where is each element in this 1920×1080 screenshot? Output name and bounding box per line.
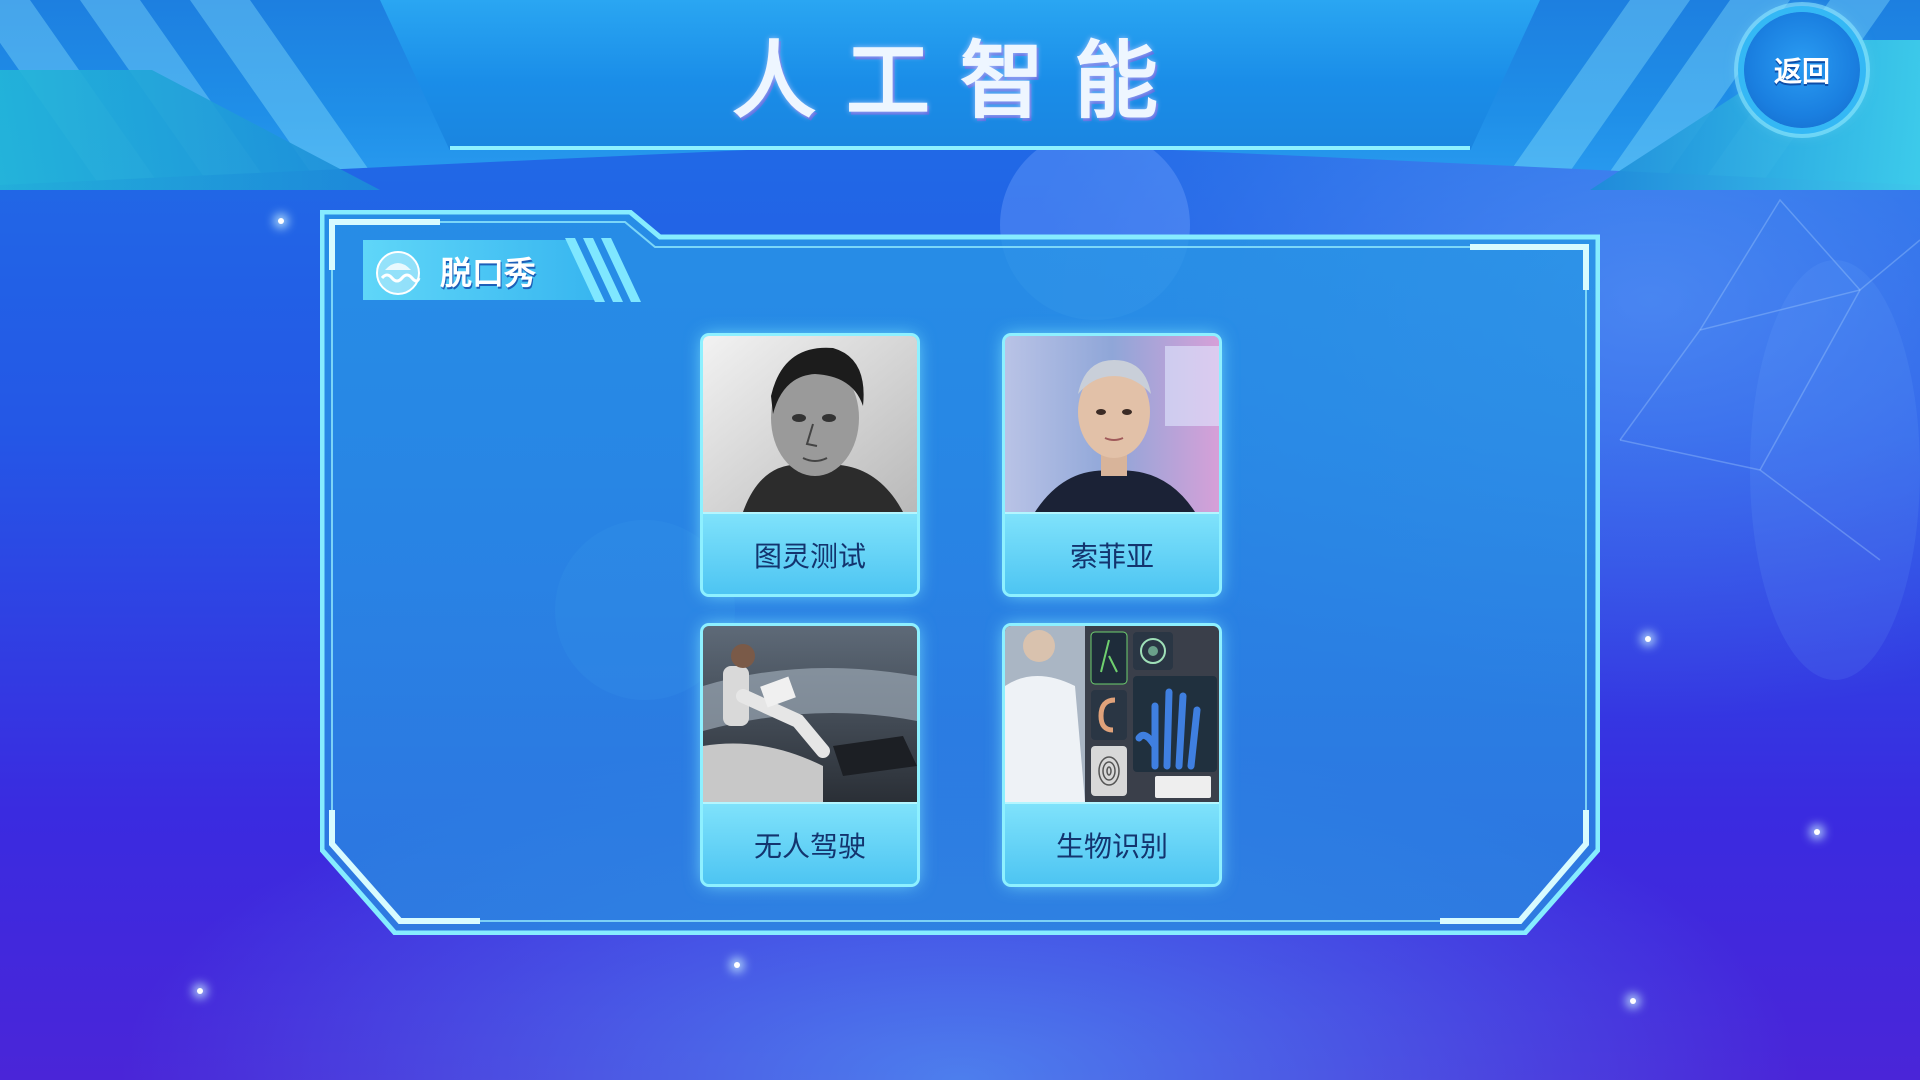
card-caption: 无人驾驶 xyxy=(703,802,917,884)
card-caption: 生物识别 xyxy=(1005,802,1219,884)
card-caption: 索菲亚 xyxy=(1005,512,1219,594)
car-interior-illustration xyxy=(703,626,917,802)
sparkle-star xyxy=(1814,829,1820,835)
card-biometrics[interactable]: 生物识别 xyxy=(1005,626,1219,884)
card-image xyxy=(703,336,917,512)
robot-illustration xyxy=(1005,336,1219,512)
panel-tab-label: 脱口秀 xyxy=(440,254,537,292)
sparkle-star xyxy=(278,218,284,224)
cloud-wave-icon xyxy=(376,251,421,295)
content-panel: 脱口秀 xyxy=(320,210,1600,935)
sparkle-star xyxy=(1630,998,1636,1004)
tab-slash-decoration xyxy=(565,238,641,302)
card-image xyxy=(703,626,917,802)
card-image xyxy=(1005,626,1219,802)
page-title: 人工智能 xyxy=(731,32,1188,130)
sparkle-star xyxy=(734,962,740,968)
card-caption: 图灵测试 xyxy=(703,512,917,594)
panel-frame xyxy=(320,210,1600,935)
app-screen: 人工智能 返回 脱口秀 图灵测试 索菲亚 无人驾驶 生物识别 xyxy=(0,0,1920,1080)
back-button-label: 返回 xyxy=(1773,55,1830,88)
portrait-illustration xyxy=(703,336,917,512)
biometrics-illustration xyxy=(1005,626,1219,802)
back-button[interactable]: 返回 xyxy=(1744,12,1860,128)
sparkle-star xyxy=(1645,636,1651,642)
card-sophia[interactable]: 索菲亚 xyxy=(1005,336,1219,594)
card-image xyxy=(1005,336,1219,512)
card-self-driving[interactable]: 无人驾驶 xyxy=(703,626,917,884)
card-turing-test[interactable]: 图灵测试 xyxy=(703,336,917,594)
sparkle-star xyxy=(197,988,203,994)
